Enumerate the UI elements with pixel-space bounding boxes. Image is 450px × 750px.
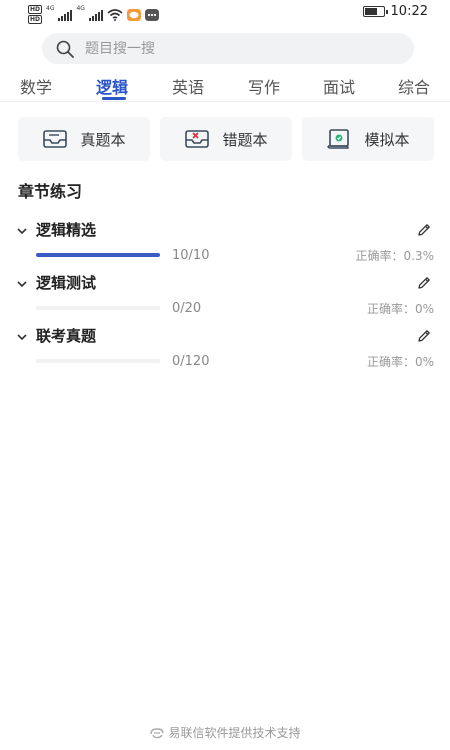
tab-interview[interactable]: 面试 [323,74,355,98]
hd-badge: HD [28,5,43,14]
real-exam-book-label: 真题本 [80,130,126,149]
signal-icon [58,9,73,21]
wrong-question-book-label: 错题本 [222,130,268,149]
progress-bar [36,306,160,310]
hd-indicators: HD HD [28,5,43,24]
clock: 10:22 [390,4,428,19]
tab-english[interactable]: 英语 [172,74,204,98]
search-input[interactable] [85,40,365,57]
wifi-icon [107,8,123,21]
mock-exam-book-button[interactable]: 模拟本 [302,117,434,161]
question-count: 0/120 [172,354,210,369]
footer-text: 易联信软件提供技术支持 [168,726,301,740]
footer: 易联信软件提供技术支持 [0,724,450,741]
subject-tabs: 数学 逻辑 英语 写作 面试 综合 [0,74,450,102]
tab-comprehensive[interactable]: 综合 [398,74,430,98]
progress-bar [36,359,160,363]
question-count: 10/10 [172,248,210,263]
question-count: 0/20 [172,301,202,316]
chapter-title: 逻辑测试 [36,274,97,292]
progress-bar [36,253,160,257]
chapter-title: 逻辑精选 [36,221,97,239]
wrong-question-book-button[interactable]: 错题本 [160,117,292,161]
progress-fill [36,253,160,257]
chapter-item[interactable]: 联考真题 0/120 正确率：0% [0,325,450,379]
chapter-title: 联考真题 [36,327,97,345]
scroll-icon [327,129,350,149]
tab-math[interactable]: 数学 [20,74,52,98]
status-bar: HD HD 4G 4G 10:22 [0,0,450,28]
chat-app-icon [144,8,159,21]
message-app-icon [126,8,141,21]
active-tab-indicator [102,97,126,100]
real-exam-book-button[interactable]: 真题本 [18,117,150,161]
accuracy-rate: 正确率：0.3% [355,249,435,263]
network-type-label: 4G [46,5,55,12]
chevron-down-icon[interactable] [16,225,28,237]
pencil-icon[interactable] [416,328,432,344]
mock-exam-book-label: 模拟本 [364,130,410,149]
company-logo-icon [150,727,165,738]
section-title: 章节练习 [18,182,83,201]
accuracy-rate: 正确率：0% [366,355,434,369]
error-inbox-icon [185,130,210,148]
chevron-down-icon[interactable] [16,331,28,343]
battery-icon [362,6,388,17]
tab-writing[interactable]: 写作 [248,74,280,98]
chevron-down-icon[interactable] [16,278,28,290]
battery-level [364,8,378,15]
accuracy-rate: 正确率：0% [366,302,434,316]
signal-icon [88,9,103,21]
search-icon [56,40,74,58]
status-bar-left: HD HD 4G 4G [28,5,159,24]
hd-badge: HD [28,15,43,24]
status-bar-right: 10:22 [362,4,428,19]
chapter-item[interactable]: 逻辑测试 0/20 正确率：0% [0,272,450,326]
tab-logic[interactable]: 逻辑 [96,74,128,98]
search-bar[interactable] [42,33,414,64]
inbox-icon [43,130,68,148]
pencil-icon[interactable] [416,275,432,291]
pencil-icon[interactable] [416,222,432,238]
chapter-item[interactable]: 逻辑精选 10/10 正确率：0.3% [0,219,450,273]
network-type-label: 4G [76,5,85,12]
